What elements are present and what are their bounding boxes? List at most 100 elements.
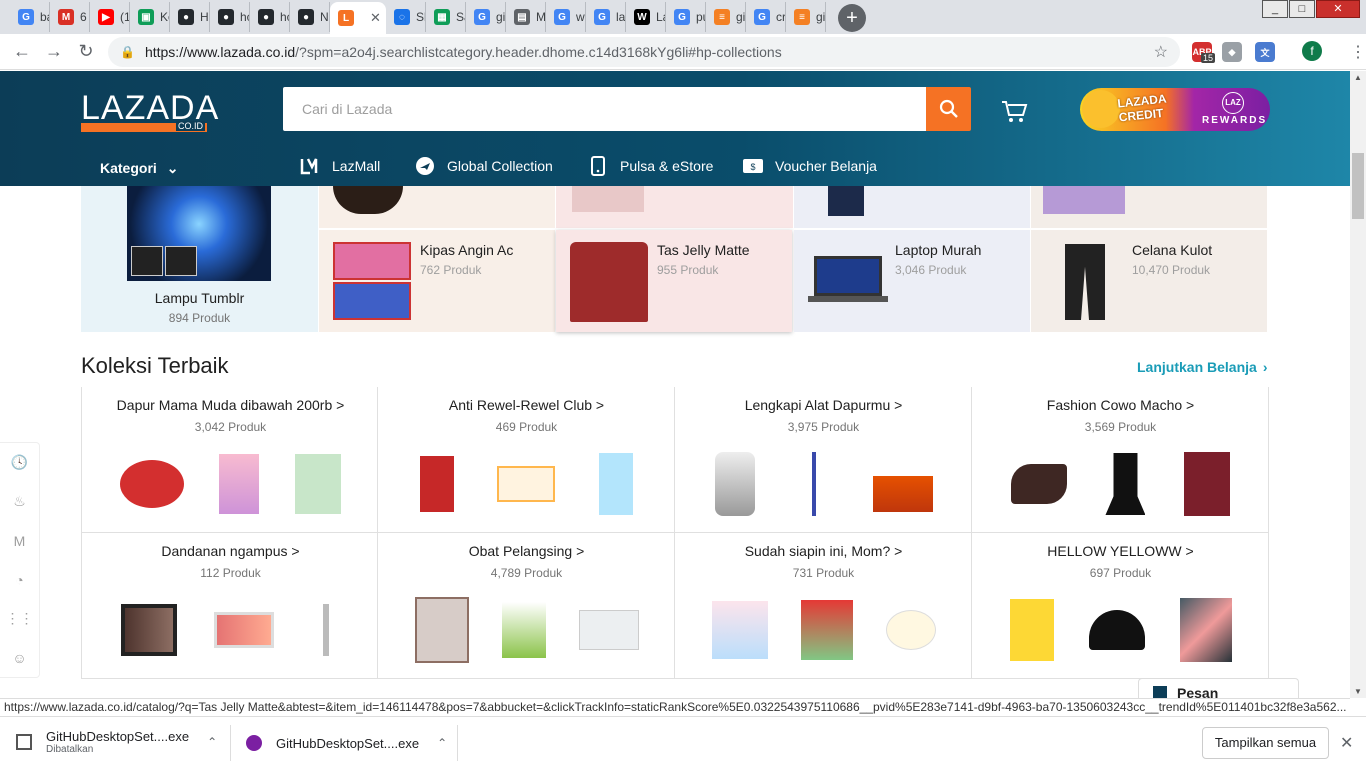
- browser-tab[interactable]: Glaz: [586, 2, 626, 32]
- koleksi-card[interactable]: Fashion Cowo Macho > 3,569 Produk: [972, 387, 1269, 533]
- download-filename: GitHubDesktopSet....exe: [46, 729, 190, 744]
- shield-icon[interactable]: ◆: [1222, 42, 1242, 62]
- chat-pesan-button[interactable]: Pesan: [1138, 678, 1299, 700]
- koleksi-card[interactable]: Dapur Mama Muda dibawah 200rb > 3,042 Pr…: [81, 387, 378, 533]
- loading-icon: ◌: [394, 9, 410, 25]
- minimize-button[interactable]: _: [1262, 0, 1288, 18]
- koleksi-card[interactable]: Lengkapi Alat Dapurmu > 3,975 Produk: [675, 387, 972, 533]
- product-image: [213, 612, 274, 648]
- browser-tab[interactable]: ≡ git: [786, 2, 826, 32]
- cart-icon[interactable]: [1000, 99, 1028, 130]
- browser-tab[interactable]: ● hci: [250, 2, 290, 32]
- koleksi-card[interactable]: Sudah siapin ini, Mom? > 731 Produk: [675, 533, 972, 679]
- category-count: 10,470 Produk: [1132, 263, 1211, 277]
- browser-tab[interactable]: Gcre: [746, 2, 786, 32]
- browser-tab[interactable]: ≡ git: [706, 2, 746, 32]
- close-tab-icon[interactable]: ✕: [370, 10, 381, 26]
- download-item[interactable]: GitHubDesktopSet....exe ⌃: [246, 735, 447, 751]
- browser-tab[interactable]: Gput: [666, 2, 706, 32]
- user-icon[interactable]: ☺: [0, 638, 39, 677]
- nav-lazmall[interactable]: LazMall: [300, 156, 380, 176]
- product-image: [1179, 598, 1232, 662]
- browser-tab[interactable]: ▤ Ma: [506, 2, 546, 32]
- browser-tab[interactable]: ● Ne: [290, 2, 330, 32]
- koleksi-card-count: 731 Produk: [792, 566, 855, 580]
- forward-icon[interactable]: →: [38, 41, 70, 62]
- browser-tab[interactable]: Gwh: [546, 2, 586, 32]
- search-button[interactable]: [926, 87, 971, 131]
- back-icon[interactable]: ←: [6, 41, 38, 62]
- category-cropped-2[interactable]: [556, 186, 793, 228]
- new-tab-button[interactable]: +: [838, 4, 866, 32]
- browser-tab[interactable]: L ✕: [330, 2, 386, 34]
- browser-tab[interactable]: ▦ Sal: [426, 2, 466, 32]
- category-cropped-4[interactable]: [1031, 186, 1267, 228]
- github-icon: ●: [178, 9, 194, 25]
- chevron-up-icon[interactable]: ⌃: [207, 735, 217, 749]
- search-icon: [939, 99, 958, 118]
- browser-tab[interactable]: ● hci: [210, 2, 250, 32]
- browser-menu-icon[interactable]: ⋮: [1350, 42, 1366, 62]
- category-cropped-1[interactable]: [319, 186, 555, 228]
- koleksi-card-title: Sudah siapin ini, Mom? >: [744, 543, 903, 559]
- koleksi-card-title: Lengkapi Alat Dapurmu >: [744, 397, 903, 413]
- lanjutkan-belanja-link[interactable]: Lanjutkan Belanja ›: [1137, 359, 1267, 375]
- product-image: [1105, 453, 1146, 515]
- reload-icon[interactable]: ↻: [70, 41, 102, 62]
- address-bar[interactable]: 🔒 https://www.lazada.co.id/?spm=a2o4j.se…: [108, 37, 1180, 67]
- browser-tab[interactable]: M 6 B: [50, 2, 90, 32]
- koleksi-card[interactable]: Anti Rewel-Rewel Club > 469 Produk: [378, 387, 675, 533]
- category-cropped-3[interactable]: [794, 186, 1030, 228]
- category-kipas-angin[interactable]: Kipas Angin Ac 762 Produk: [319, 230, 555, 332]
- global-small-icon[interactable]: ◔: [0, 560, 39, 599]
- chevron-up-icon[interactable]: ⌃: [437, 736, 447, 750]
- category-celana-kulot[interactable]: Celana Kulot 10,470 Produk: [1031, 230, 1267, 332]
- adblock-badge: 15: [1201, 53, 1216, 63]
- history-icon[interactable]: 🕓: [0, 443, 39, 482]
- google-icon: G: [594, 9, 610, 25]
- flame-icon[interactable]: ♨: [0, 482, 39, 521]
- close-icon[interactable]: ✕: [1340, 733, 1353, 753]
- browser-tab[interactable]: W Laz: [626, 2, 666, 32]
- left-quick-toolbar: 🕓 ♨ M ◔ ⋮⋮ ☺: [0, 442, 40, 678]
- lazada-icon: L: [338, 10, 354, 26]
- koleksi-card[interactable]: Obat Pelangsing > 4,789 Produk: [378, 533, 675, 679]
- bookmark-star-icon[interactable]: ☆: [1154, 42, 1168, 62]
- close-window-button[interactable]: ✕: [1316, 0, 1360, 18]
- translate-icon[interactable]: 文: [1255, 42, 1275, 62]
- koleksi-card-images: [992, 595, 1249, 665]
- sheets-icon: ▦: [434, 9, 450, 25]
- category-tas-jelly[interactable]: Tas Jelly Matte 955 Produk: [556, 230, 792, 332]
- lazada-credit-rewards-banner[interactable]: LAZADA CREDIT LAZ REWARDS: [1080, 88, 1270, 131]
- chevron-right-icon: ›: [1262, 359, 1268, 375]
- browser-tab[interactable]: ◌ Sha: [386, 2, 426, 32]
- nav-voucher[interactable]: $ Voucher Belanja: [743, 156, 877, 176]
- nav-pulsa[interactable]: Pulsa & eStore: [588, 156, 713, 176]
- tab-title: git: [496, 10, 506, 24]
- product-image: [501, 602, 546, 658]
- download-item[interactable]: GitHubDesktopSet....exe Dibatalkan ⌃: [16, 729, 217, 755]
- show-all-downloads-button[interactable]: Tampilkan semua: [1202, 727, 1329, 759]
- scroll-up-icon[interactable]: ▲: [1354, 73, 1362, 82]
- profile-avatar[interactable]: f: [1302, 41, 1322, 61]
- kategori-menu[interactable]: Kategori ⌄: [100, 160, 179, 177]
- browser-tab[interactable]: ● Hu: [170, 2, 210, 32]
- browser-tab[interactable]: ▣ Kel: [130, 2, 170, 32]
- category-laptop-murah[interactable]: Laptop Murah 3,046 Produk: [794, 230, 1030, 332]
- product-image: [1009, 599, 1054, 661]
- scroll-down-icon[interactable]: ▼: [1354, 687, 1362, 696]
- koleksi-card[interactable]: Dandanan ngampus > 112 Produk: [81, 533, 378, 679]
- lazmall-small-icon[interactable]: M: [0, 521, 39, 560]
- scrollbar-thumb[interactable]: [1352, 153, 1364, 219]
- browser-tab[interactable]: Gbac: [10, 2, 50, 32]
- browser-tab[interactable]: ▶ (1): [90, 2, 130, 32]
- maximize-button[interactable]: □: [1289, 0, 1315, 18]
- page-scrollbar[interactable]: ▲ ▼: [1350, 71, 1366, 698]
- nav-global-label: Global Collection: [447, 158, 553, 174]
- search-input[interactable]: Cari di Lazada: [283, 87, 927, 131]
- browser-tab[interactable]: Ggit: [466, 2, 506, 32]
- apps-grid-icon[interactable]: ⋮⋮: [0, 599, 39, 638]
- nav-global-collection[interactable]: Global Collection: [415, 156, 553, 176]
- koleksi-card[interactable]: HELLOW YELLOWW > 697 Produk: [972, 533, 1269, 679]
- category-lampu-tumblr[interactable]: Lampu Tumblr 894 Produk: [81, 186, 318, 332]
